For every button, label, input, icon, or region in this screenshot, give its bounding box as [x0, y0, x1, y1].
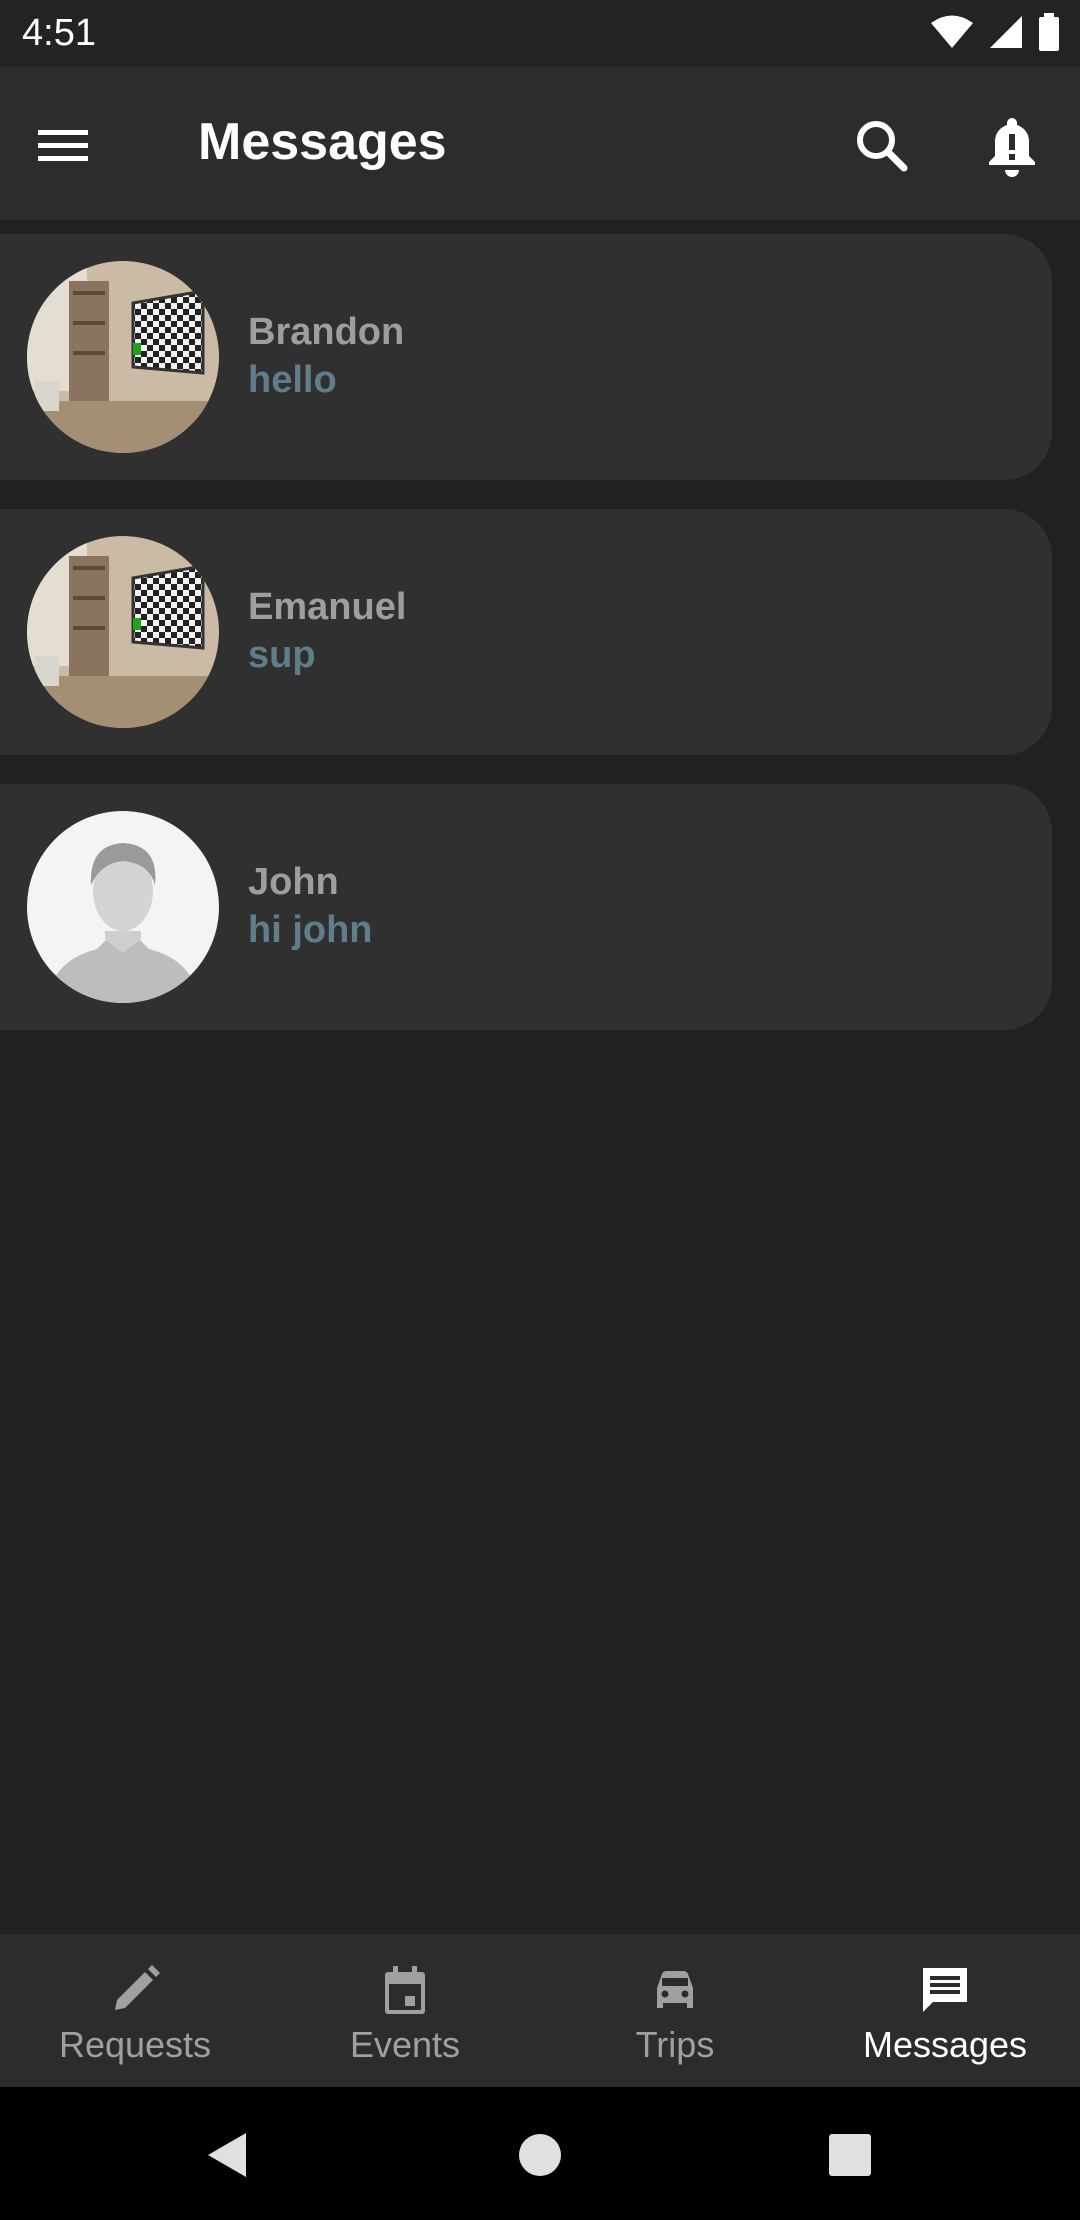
- notification-alert-bell-icon: [989, 118, 1035, 177]
- page-title: Messages: [198, 113, 447, 171]
- conversation-preview: hello: [248, 359, 337, 401]
- system-navigation-bar: [0, 2087, 1080, 2220]
- search-icon: [857, 121, 908, 172]
- nav-label: Requests: [58, 2024, 212, 2065]
- nav-item-messages[interactable]: Messages: [810, 1934, 1080, 2087]
- room-photo-avatar: [27, 536, 219, 728]
- nav-label: Messages: [862, 2024, 1028, 2065]
- pencil-icon: [115, 1965, 160, 2010]
- nav-item-trips[interactable]: Trips: [540, 1934, 810, 2087]
- status-bar: 4:51: [0, 0, 1080, 66]
- conversation-preview: sup: [248, 634, 316, 676]
- conversation-item[interactable]: Brandon hello: [0, 234, 1052, 480]
- notifications-button[interactable]: [976, 110, 1048, 182]
- avatar: [27, 536, 219, 728]
- conversation-name: Emanuel: [248, 586, 407, 628]
- conversation-name: John: [248, 861, 339, 903]
- default-person-avatar-icon: [27, 811, 219, 1003]
- nav-item-events[interactable]: Events: [270, 1934, 540, 2087]
- wifi-icon: [931, 15, 973, 48]
- cell-signal-icon: [990, 16, 1022, 48]
- menu-button[interactable]: [36, 112, 116, 176]
- conversation-preview: hi john: [248, 909, 373, 951]
- nav-label: Trips: [635, 2024, 715, 2065]
- room-photo-avatar: [27, 261, 219, 453]
- conversation-item[interactable]: John hi john: [0, 784, 1052, 1030]
- calendar-icon: [385, 1966, 425, 2014]
- status-icons: [930, 12, 1060, 52]
- conversation-name: Brandon: [248, 311, 405, 353]
- battery-icon: [1039, 13, 1059, 51]
- nav-label: Events: [349, 2024, 461, 2065]
- car-icon: [657, 1971, 693, 2008]
- avatar: [27, 811, 219, 1003]
- message-icon: [923, 1968, 967, 2012]
- recents-icon[interactable]: [818, 2123, 882, 2187]
- nav-item-requests[interactable]: Requests: [0, 1934, 270, 2087]
- status-time: 4:51: [22, 12, 96, 54]
- avatar: [27, 261, 219, 453]
- app-bar: Messages: [0, 66, 1080, 220]
- conversation-item[interactable]: Emanuel sup: [0, 509, 1052, 755]
- search-button[interactable]: [846, 110, 918, 182]
- hamburger-menu-icon: [38, 130, 88, 161]
- home-icon[interactable]: [508, 2123, 572, 2187]
- screen: 4:51 Messages Brandon hello Emanuel sup …: [0, 0, 1080, 2220]
- back-icon[interactable]: [196, 2123, 260, 2187]
- bottom-navigation: Requests Events Trips Messages: [0, 1934, 1080, 2087]
